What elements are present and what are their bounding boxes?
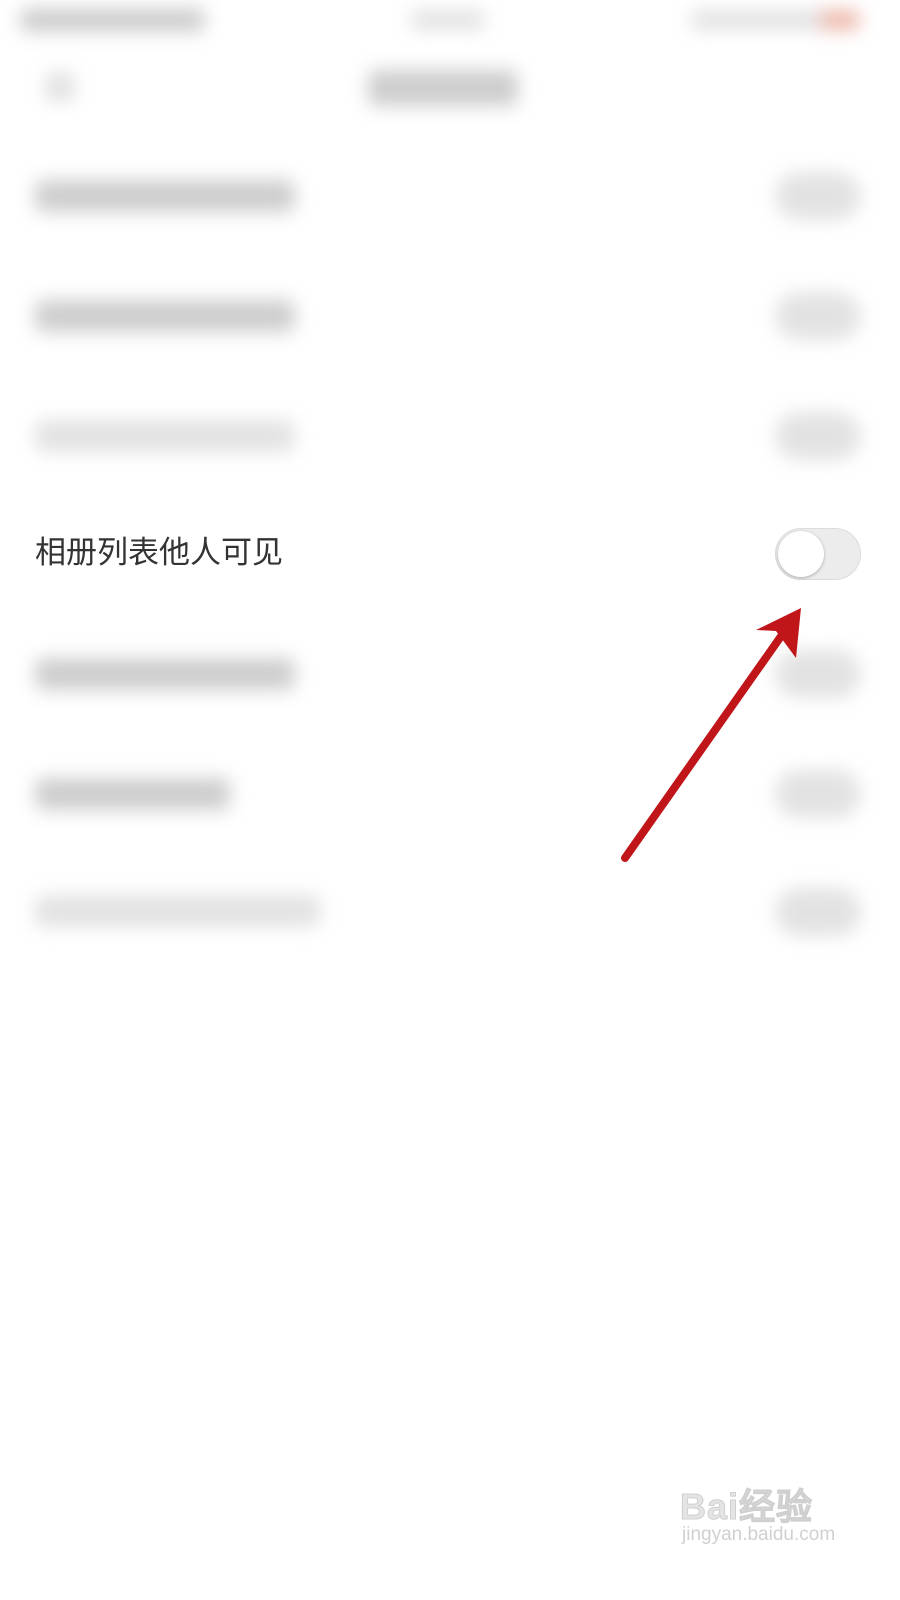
setting-row-toggle-2 (775, 292, 861, 340)
back-icon (45, 72, 75, 102)
toggle-knob (778, 531, 824, 577)
setting-row-toggle-3 (775, 412, 861, 460)
album-list-visible-toggle[interactable] (775, 528, 861, 580)
watermark-logo: Bai经验 (679, 1486, 814, 1528)
status-bar-icons (690, 10, 830, 30)
setting-row-label-6 (35, 778, 230, 810)
status-bar-center (410, 10, 485, 30)
setting-row-toggle-5 (775, 650, 861, 698)
setting-row-label-5 (35, 658, 295, 690)
status-bar-battery (820, 10, 860, 30)
setting-row-label-1 (35, 180, 295, 212)
setting-row-label-2 (35, 300, 295, 332)
setting-row-label-7 (35, 895, 320, 927)
setting-row-toggle-1 (775, 172, 861, 220)
setting-row-toggle-6 (775, 770, 861, 818)
page-title (368, 70, 518, 106)
watermark-url: jingyan.baidu.com (682, 1524, 836, 1545)
status-bar-time (20, 8, 205, 32)
setting-row-toggle-7 (775, 888, 861, 936)
blurred-background (0, 0, 900, 1600)
setting-row-label-3 (35, 420, 295, 452)
watermark: Bai经验 jingyan.baidu.com (679, 1478, 880, 1558)
setting-row-album-list-visible: 相册列表他人可见 (0, 495, 900, 615)
album-list-visible-label: 相册列表他人可见 (35, 535, 283, 571)
